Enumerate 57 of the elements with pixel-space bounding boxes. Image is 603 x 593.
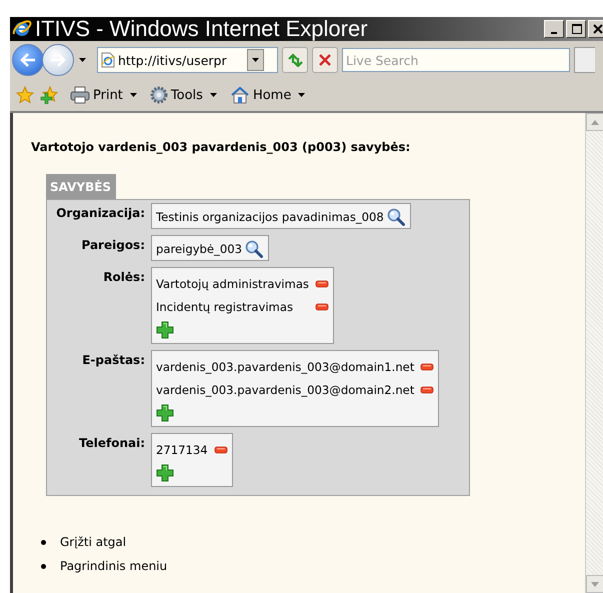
- list-item: vardenis_003.pavardenis_003@domain1.net: [156, 360, 414, 374]
- lookup-field[interactable]: pareigybė_003: [151, 235, 269, 261]
- list-item: 2717134: [156, 442, 208, 456]
- nav-link[interactable]: Grįžti atgal: [60, 535, 126, 549]
- back-arrow-icon[interactable]: [20, 53, 36, 67]
- gear-icon: [150, 86, 168, 104]
- list-item: Incidentų registravimas: [156, 300, 293, 314]
- printer-icon: [70, 86, 90, 104]
- page-icon: [101, 52, 115, 68]
- add-icon[interactable]: [156, 320, 174, 338]
- remove-icon[interactable]: [420, 386, 434, 394]
- address-bar[interactable]: http://itivs/userpr: [97, 47, 278, 73]
- toolbar-button[interactable]: Print: [70, 86, 123, 104]
- field-label: Rolės:: [103, 269, 145, 286]
- caret-icon[interactable]: [251, 57, 260, 63]
- magnifier-icon[interactable]: [386, 208, 406, 226]
- close-icon[interactable]: [592, 23, 603, 35]
- refresh-button[interactable]: [282, 47, 308, 73]
- lookup-field[interactable]: Testinis organizacijos pavadinimas_008: [151, 203, 411, 229]
- remove-icon[interactable]: [214, 446, 228, 454]
- browser-logo-icon: [12, 19, 32, 39]
- stop-button[interactable]: [312, 47, 338, 73]
- list-item: vardenis_003.pavardenis_003@domain2.net: [156, 382, 414, 396]
- bullet-icon: [41, 540, 46, 544]
- nav-link[interactable]: Pagrindinis meniu: [60, 559, 168, 573]
- star-icon[interactable]: [16, 86, 34, 104]
- magnifier-icon[interactable]: [244, 240, 264, 258]
- back-button[interactable]: [12, 44, 44, 76]
- caret-icon[interactable]: [78, 57, 87, 63]
- maximize-icon[interactable]: [570, 23, 582, 35]
- remove-icon[interactable]: [314, 280, 329, 288]
- toolbar-button[interactable]: Home: [230, 86, 292, 104]
- forward-button[interactable]: [42, 44, 74, 76]
- minimize-button[interactable]: [544, 20, 564, 38]
- add-icon[interactable]: [156, 464, 174, 482]
- remove-icon[interactable]: [314, 302, 329, 310]
- add-favorite-icon[interactable]: [40, 86, 58, 104]
- address-field[interactable]: http://itivs/userpr: [118, 52, 244, 68]
- refresh-icon[interactable]: [287, 53, 303, 67]
- field-label: E-paštas:: [82, 352, 145, 369]
- caret-icon[interactable]: [128, 92, 138, 98]
- field-label: Pareigos:: [81, 237, 145, 254]
- window-title: ITIVS - Windows Internet Explorer: [35, 16, 369, 42]
- bullet-icon: [41, 564, 46, 568]
- toolbar-button[interactable]: Tools: [150, 86, 203, 104]
- house-icon: [230, 86, 250, 104]
- add-icon[interactable]: [156, 404, 174, 422]
- field-label: Organizacija:: [56, 205, 145, 222]
- maximize-button[interactable]: [566, 20, 586, 38]
- close-button[interactable]: [588, 20, 603, 38]
- remove-icon[interactable]: [420, 362, 434, 370]
- field-label: Telefonai:: [79, 435, 145, 452]
- search-field[interactable]: Live Search: [342, 48, 570, 72]
- caret-icon[interactable]: [208, 92, 218, 98]
- list-item: Vartotojų administravimas: [156, 276, 309, 290]
- caret-icon[interactable]: [297, 92, 306, 98]
- page-heading: Vartotojo vardenis_003 pavardenis_003 (p003) savybės:: [31, 140, 412, 154]
